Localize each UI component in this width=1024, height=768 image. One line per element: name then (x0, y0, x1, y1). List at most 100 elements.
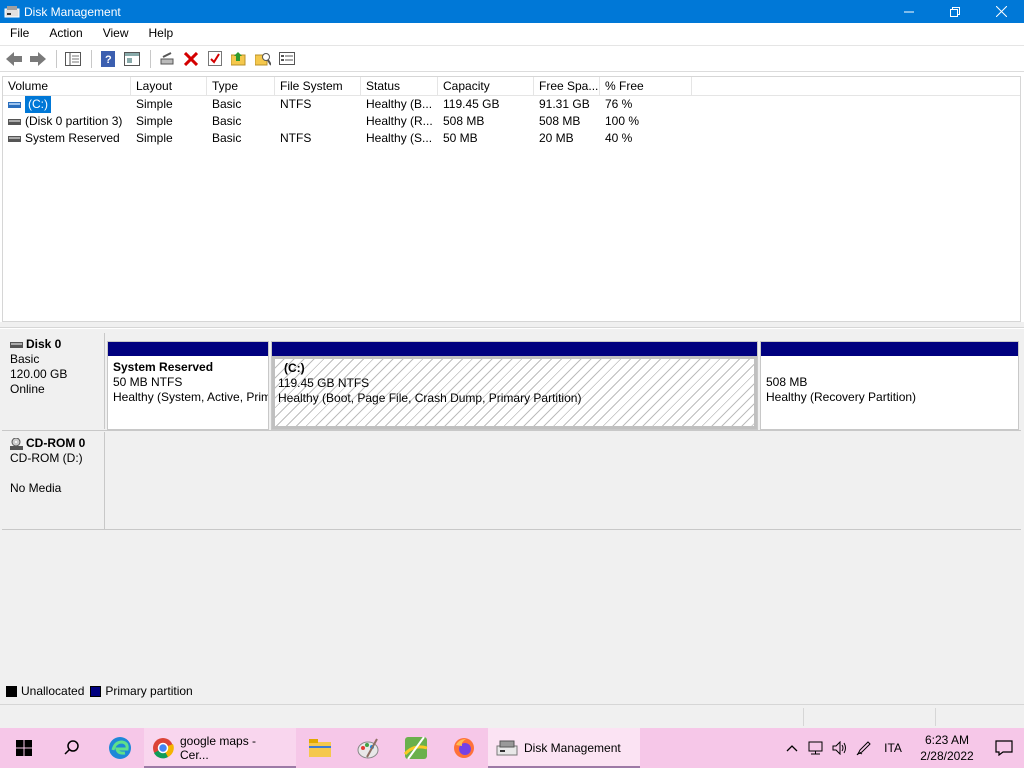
menu-view[interactable]: View (93, 23, 139, 44)
disk-divider (2, 430, 1021, 431)
search-button[interactable] (48, 728, 96, 768)
file-explorer-taskbar-button[interactable] (296, 728, 344, 768)
clock[interactable]: 6:23 AM 2/28/2022 (910, 732, 984, 764)
clock-time: 6:23 AM (924, 733, 970, 747)
network-icon (808, 741, 823, 755)
back-button[interactable] (3, 48, 25, 70)
menu-action[interactable]: Action (39, 23, 92, 44)
partition-c-drive[interactable]: (C:) 119.45 GB NTFS Healthy (Boot, Page … (271, 341, 758, 430)
pen-icon (856, 741, 871, 756)
column-volume[interactable]: Volume (3, 77, 131, 95)
drive-icon (8, 135, 21, 142)
svg-text:?: ? (105, 54, 112, 66)
help-icon: ? (101, 50, 115, 67)
volume-row[interactable]: (C:) Simple Basic NTFS Healthy (B... 119… (3, 96, 1020, 113)
column-type[interactable]: Type (207, 77, 275, 95)
disk-status: No Media (10, 481, 62, 495)
volume-button[interactable] (828, 728, 852, 768)
chevron-up-icon (786, 745, 798, 752)
column-file-system[interactable]: File System (275, 77, 361, 95)
legend-item-unallocated: Unallocated (6, 684, 84, 698)
cdrom-0-label[interactable]: CD-ROM 0 CD-ROM (D:) No Media (2, 432, 105, 529)
chrome-icon (153, 738, 174, 759)
network-button[interactable] (804, 728, 828, 768)
speaker-icon (832, 741, 846, 755)
column-percent-free[interactable]: % Free (600, 77, 692, 95)
search-icon (64, 740, 79, 755)
connect-disk-button[interactable] (156, 48, 178, 70)
partition-recovery[interactable]: 508 MB Healthy (Recovery Partition) (760, 341, 1019, 430)
volume-name: (Disk 0 partition 3) (25, 114, 123, 128)
maps-taskbar-button[interactable] (392, 728, 440, 768)
toolbar-separator (150, 49, 151, 68)
show-hidden-icons-button[interactable] (780, 728, 804, 768)
properties-view-button[interactable] (121, 48, 143, 70)
volume-row[interactable]: (Disk 0 partition 3) Simple Basic Health… (3, 113, 1020, 130)
open-folder-button[interactable] (228, 48, 250, 70)
minimize-button[interactable] (886, 0, 932, 23)
paint-icon (357, 738, 379, 759)
minimize-icon (904, 11, 914, 12)
notifications-button[interactable] (984, 728, 1024, 768)
help-button[interactable]: ? (97, 48, 119, 70)
status-cell: Healthy (B... (366, 97, 433, 111)
window-title: Disk Management (24, 4, 121, 19)
legend-item-primary: Primary partition (90, 684, 193, 698)
percent-free-cell: 76 % (605, 97, 633, 111)
explore-button[interactable] (252, 48, 274, 70)
disk-management-window-title: Disk Management (524, 741, 621, 755)
column-layout[interactable]: Layout (131, 77, 207, 95)
disk-status: Online (10, 382, 45, 396)
disk-graphical-view: Disk 0 Basic 120.00 GB Online System Res… (0, 329, 1024, 704)
partition-name (766, 360, 1013, 375)
primary-partition-bar (108, 342, 268, 356)
show-hide-console-tree-button[interactable] (62, 48, 84, 70)
column-status[interactable]: Status (361, 77, 438, 95)
cd-rom-icon (10, 437, 23, 450)
pen-workspace-button[interactable] (852, 728, 876, 768)
notification-icon (995, 740, 1013, 756)
percent-free-cell: 100 % (605, 114, 640, 128)
delete-button[interactable] (180, 48, 202, 70)
check-properties-button[interactable] (204, 48, 226, 70)
legend-label: Primary partition (105, 684, 193, 698)
disk-name: CD-ROM 0 (26, 436, 86, 450)
settings-list-button[interactable] (276, 48, 298, 70)
paint-taskbar-button[interactable] (344, 728, 392, 768)
forward-button[interactable] (27, 48, 49, 70)
disk-type: CD-ROM (D:) (10, 451, 83, 465)
legend: Unallocated Primary partition (6, 684, 199, 698)
firefox-taskbar-button[interactable] (440, 728, 488, 768)
primary-partition-bar (272, 342, 757, 356)
console-tree-icon (65, 51, 81, 66)
volume-row[interactable]: System Reserved Simple Basic NTFS Health… (3, 130, 1020, 147)
chrome-taskbar-button[interactable]: google maps - Cer... (144, 728, 296, 768)
input-language-button[interactable]: ITA (876, 728, 910, 768)
disk-0-row: Disk 0 Basic 120.00 GB Online System Res… (2, 333, 1021, 430)
partition-name: (C:) (284, 361, 305, 375)
layout-cell: Simple (136, 131, 173, 145)
disk-management-taskbar-button[interactable]: Disk Management (488, 728, 640, 768)
close-button[interactable] (978, 0, 1024, 23)
list-view-icon (279, 52, 295, 65)
partition-size: 119.45 GB NTFS (278, 376, 370, 390)
status-bar (0, 704, 1024, 728)
type-cell: Basic (212, 114, 242, 128)
disk-0-label[interactable]: Disk 0 Basic 120.00 GB Online (2, 333, 105, 429)
restore-button[interactable] (932, 0, 978, 23)
partition-size: 508 MB (766, 375, 808, 389)
pane-splitter[interactable] (0, 322, 1024, 328)
menu-file[interactable]: File (0, 23, 39, 44)
column-capacity[interactable]: Capacity (438, 77, 534, 95)
disk-name: Disk 0 (26, 337, 62, 351)
edge-taskbar-button[interactable] (96, 728, 144, 768)
layout-cell: Simple (136, 114, 173, 128)
start-button[interactable] (0, 728, 48, 768)
partition-size: 50 MB NTFS (113, 375, 183, 389)
capacity-cell: 50 MB (443, 131, 478, 145)
partition-system-reserved[interactable]: System Reserved 50 MB NTFS Healthy (Syst… (107, 341, 269, 430)
menu-help[interactable]: Help (139, 23, 184, 44)
column-free-space[interactable]: Free Spa... (534, 77, 600, 95)
drive-icon (8, 101, 21, 108)
edge-icon (109, 737, 131, 759)
